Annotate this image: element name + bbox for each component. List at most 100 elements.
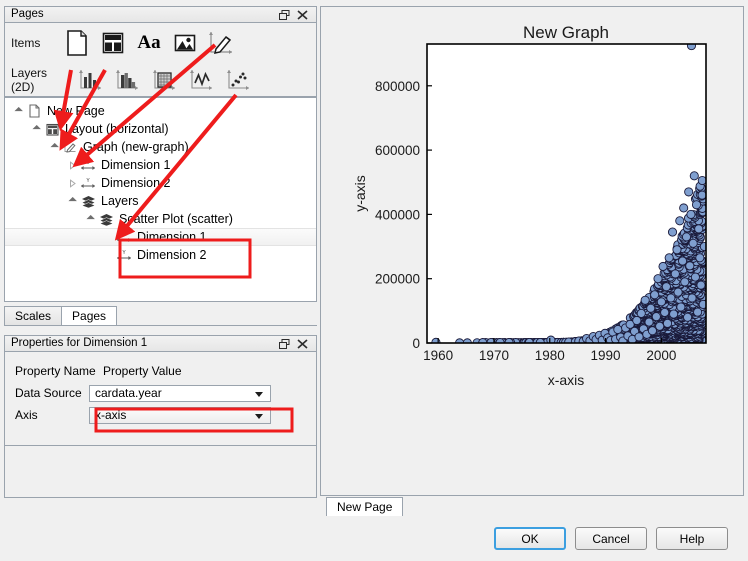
x-axis-icon: x	[115, 231, 133, 244]
combo-data-source[interactable]: cardata.year	[89, 385, 271, 402]
pages-panel-title: Pages	[11, 9, 279, 21]
left-tabstrip: ScalesPages	[4, 304, 317, 326]
twisty-down-icon[interactable]	[29, 125, 43, 134]
image-icon[interactable]	[167, 27, 203, 59]
tree-node-label: Scatter Plot (scatter)	[115, 212, 233, 226]
tree-node-dimension-1[interactable]: xDimension 1	[5, 156, 316, 174]
tab-pages[interactable]: Pages	[61, 306, 117, 325]
combo-value: x-axis	[95, 408, 126, 422]
property-label-axis: Axis	[15, 408, 89, 422]
page-tree[interactable]: New Page Layout (horizontal) Graph (new-gr…	[4, 97, 317, 302]
svg-text:x: x	[123, 232, 126, 238]
twisty-down-icon[interactable]	[83, 215, 97, 224]
tree-node-label: Dimension 2	[97, 176, 170, 190]
help-button[interactable]: Help	[656, 527, 728, 550]
chart-ylabel: y-axis	[352, 175, 368, 212]
tree-node-label: Layout (horizontal)	[61, 122, 169, 136]
tree-node-label: Layers	[97, 194, 139, 208]
twisty-down-icon[interactable]	[65, 197, 79, 206]
tree-node-graph-new-graph[interactable]: Graph (new-graph)	[5, 138, 316, 156]
twisty-right-icon[interactable]	[65, 179, 79, 188]
y-axis-icon: Y	[115, 249, 133, 262]
close-icon[interactable]	[297, 339, 308, 349]
new-page-icon[interactable]	[59, 27, 95, 59]
text-label-icon[interactable]: Aa	[131, 27, 167, 59]
page-icon	[25, 104, 43, 118]
page-tab-new-page[interactable]: New Page	[326, 497, 403, 516]
layers-toolbar: Layers (2D)	[4, 63, 317, 97]
tree-node-label: Dimension 1	[133, 230, 206, 244]
svg-text:x: x	[87, 160, 90, 166]
property-row: Axis x-axis	[15, 404, 306, 426]
tree-node-layers[interactable]: Layers	[5, 192, 316, 210]
y-tick-label: 0	[412, 336, 420, 351]
text-label-glyph: Aa	[137, 32, 160, 54]
tree-node-label: New Page	[43, 104, 105, 118]
scatter-plot-icon[interactable]	[219, 66, 256, 94]
twisty-down-icon[interactable]	[47, 143, 61, 152]
tree-node-layout-horizontal[interactable]: Layout (horizontal)	[5, 120, 316, 138]
properties-panel-title: Properties for Dimension 1	[11, 338, 279, 350]
x-tick-label: 1990	[591, 348, 621, 363]
histogram-icon[interactable]	[108, 66, 145, 94]
layers-icon	[97, 213, 115, 226]
chart-xlabel: x-axis	[548, 372, 585, 388]
graph-preview-frame[interactable]: New Graph 1960 1970 1980 1990 2000 0 200000 400…	[320, 6, 744, 496]
properties-panel: Properties for Dimension 1 Property Name…	[4, 335, 317, 446]
x-axis-icon: x	[79, 159, 97, 172]
y-tick-label: 800000	[375, 79, 420, 94]
items-toolbar: Items Aa	[4, 23, 317, 63]
layout-grid-icon	[43, 123, 61, 136]
pages-panel-titlebar: Pages	[4, 6, 317, 23]
layers-icon	[79, 195, 97, 208]
items-toolbar-label: Items	[5, 36, 59, 50]
twisty-right-icon[interactable]	[65, 161, 79, 170]
twisty-down-icon[interactable]	[11, 107, 25, 116]
x-tick-label: 1980	[535, 348, 565, 363]
chart-title: New Graph	[523, 23, 609, 42]
left-column: Pages Items Aa	[4, 6, 317, 498]
ok-button[interactable]: OK	[494, 527, 566, 550]
chevron-down-icon[interactable]	[255, 414, 263, 419]
restore-icon[interactable]	[279, 339, 290, 349]
property-row: Data Source cardata.year	[15, 382, 306, 404]
combo-value: cardata.year	[95, 386, 162, 400]
property-name-header: Property Name	[15, 364, 103, 378]
chevron-down-icon[interactable]	[255, 392, 263, 397]
tree-node-dimension-1[interactable]: x Dimension 1	[5, 228, 316, 246]
image-plot-icon[interactable]	[145, 66, 182, 94]
svg-text:Y: Y	[122, 250, 126, 256]
property-label-data-source: Data Source	[15, 386, 89, 400]
pages-panel-controls	[279, 10, 312, 20]
layout-grid-icon[interactable]	[95, 27, 131, 59]
properties-empty-area	[4, 446, 317, 498]
tree-node-label: Graph (new-graph)	[79, 140, 189, 154]
right-column: New Graph 1960 1970 1980 1990 2000 0 200000 400…	[320, 6, 744, 516]
tree-node-label: Dimension 2	[133, 248, 206, 262]
y-tick-label: 400000	[375, 207, 420, 222]
property-value-header: Property Value	[103, 364, 182, 378]
tree-node-dimension-2[interactable]: Y Dimension 2	[5, 174, 316, 192]
dialog-button-row: OK Cancel Help	[494, 527, 728, 550]
tree-node-new-page[interactable]: New Page	[5, 102, 316, 120]
scatter-plot-canvas: New Graph 1960 1970 1980 1990 2000 0 200000 400…	[321, 7, 743, 495]
close-icon[interactable]	[297, 10, 308, 20]
svg-text:Y: Y	[86, 178, 90, 184]
properties-panel-titlebar: Properties for Dimension 1	[4, 335, 317, 352]
line-plot-icon[interactable]	[182, 66, 219, 94]
graph-pencil-icon[interactable]	[203, 27, 239, 59]
cancel-button[interactable]: Cancel	[575, 527, 647, 550]
layers-toolbar-label: Layers (2D)	[5, 66, 71, 94]
x-tick-label: 2000	[646, 348, 676, 363]
y-tick-label: 200000	[375, 272, 420, 287]
tab-scales[interactable]: Scales	[4, 306, 62, 325]
combo-axis[interactable]: x-axis	[89, 407, 271, 424]
restore-icon[interactable]	[279, 10, 290, 20]
properties-header-row: Property Name Property Value	[15, 360, 306, 382]
tree-node-scatter-plot-scatter[interactable]: Scatter Plot (scatter)	[5, 210, 316, 228]
bar-chart-icon[interactable]	[71, 66, 108, 94]
x-tick-label: 1960	[423, 348, 453, 363]
page-tabstrip: New Page	[320, 495, 744, 516]
x-tick-label: 1970	[479, 348, 509, 363]
tree-node-dimension-2[interactable]: Y Dimension 2	[5, 246, 316, 264]
